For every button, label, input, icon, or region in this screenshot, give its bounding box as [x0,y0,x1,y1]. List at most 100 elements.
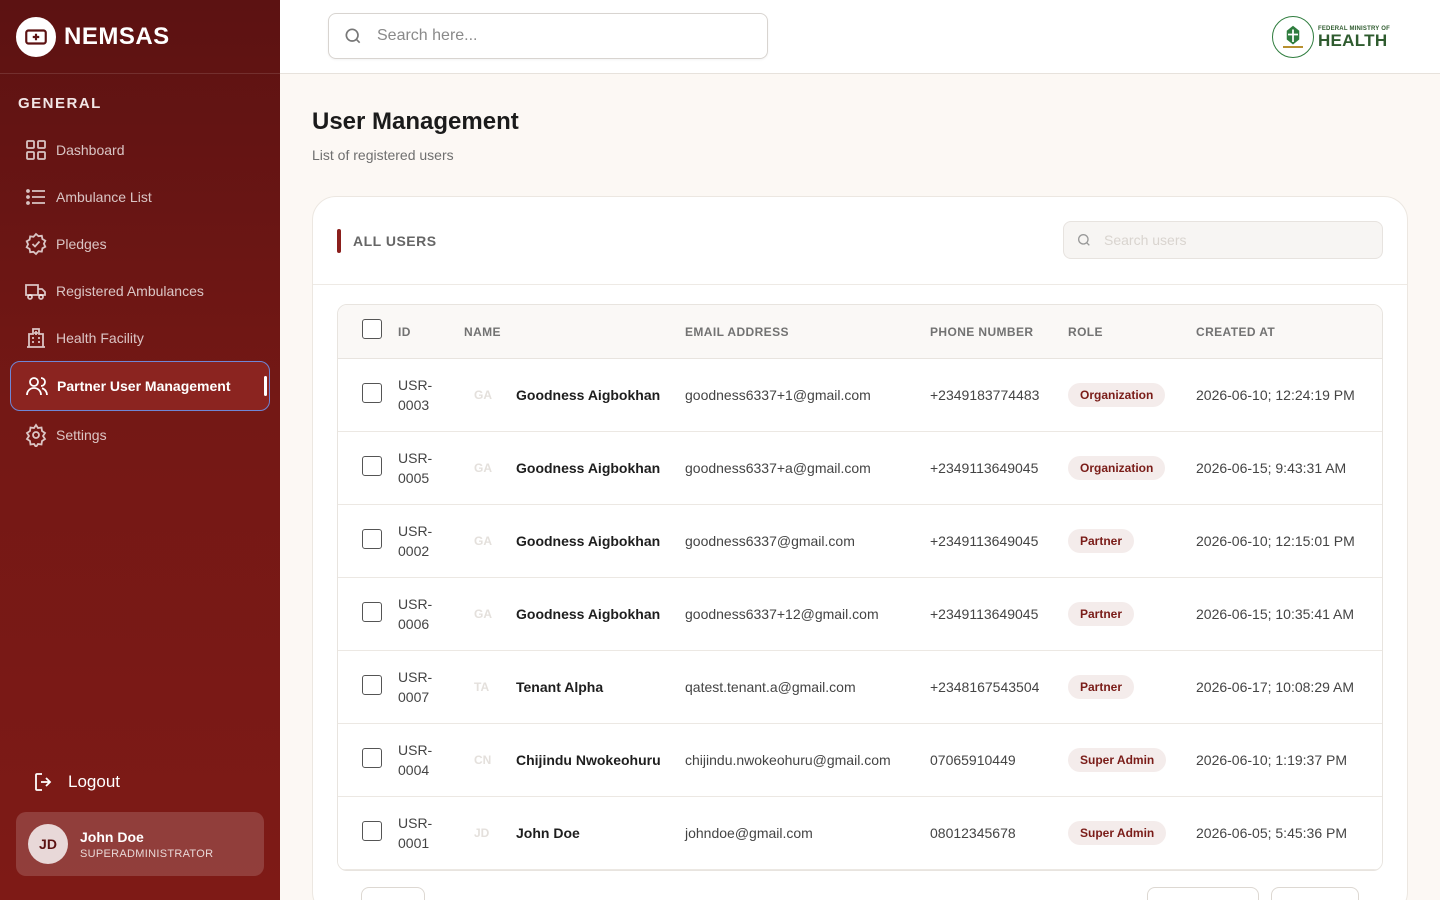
user-email: goodness6337+12@gmail.com [685,606,879,622]
row-checkbox[interactable] [362,382,382,403]
coat-of-arms-icon [1271,16,1314,58]
user-name-cell: Tenant Alpha [516,679,604,695]
hospital-icon [27,327,45,348]
column-header-role[interactable]: ROLE [1068,325,1196,339]
user-name-cell: Goodness Aigbokhan [516,387,661,403]
users-table: ID NAME EMAIL ADDRESS PHONE NUMBER ROLE … [337,304,1383,871]
row-checkbox[interactable] [362,528,382,549]
table-row[interactable]: USR- 0005 GA Goodness Aigbokhan goodness6337… [338,432,1382,505]
user-name-cell: Chijindu Nwokeohuru [516,752,661,768]
row-checkbox[interactable] [362,455,382,476]
topbar: FEDERAL MINISTRY OF HEALTH [280,0,1440,74]
user-email: johndoe@gmail.com [685,825,813,841]
role-badge: Organization [1068,456,1166,480]
table-row[interactable]: USR- 0001 JD John Doe johndoe@gmail.com 08012… [338,797,1382,870]
user-name: John Doe [80,828,144,845]
user-initials: GA [474,607,492,621]
sidebar-item-label: Health Facility [56,329,144,346]
column-header-id[interactable]: ID [398,322,464,342]
user-initials: JD [474,826,490,840]
user-search-input[interactable] [1104,232,1364,248]
sidebar-item-label: Ambulance List [56,188,152,205]
user-card[interactable]: JD John Doe SUPERADMINISTRATOR [16,812,264,876]
sidebar-item-dashboard[interactable]: Dashboard [10,126,270,173]
sidebar-item-ambulance-list[interactable]: Ambulance List [10,173,270,220]
row-checkbox[interactable] [362,674,382,695]
list-icon [26,188,45,205]
column-header-name[interactable]: NAME [464,325,685,339]
sidebar-item-settings[interactable]: Settings [10,411,270,458]
user-initials: GA [474,461,492,475]
sidebar-item-partner-user-management[interactable]: Partner User Management [10,361,270,411]
role-badge: Partner [1068,602,1135,626]
global-search-input[interactable] [377,27,737,45]
user-id: USR- 0007 [398,669,433,705]
brand[interactable]: NEMSAS [0,0,280,74]
user-email: qatest.tenant.a@gmail.com [685,679,856,695]
user-email: goodness6337+1@gmail.com [685,387,871,403]
row-checkbox[interactable] [362,601,382,622]
user-phone: +2348167543504 [930,679,1040,695]
table-row[interactable]: USR- 0003 GA Goodness Aigbokhan goodness6337… [338,359,1382,432]
user-created-at: 2026-06-17; 10:08:29 AM [1196,679,1355,695]
avatar: JD [28,824,68,864]
users-card: ALL USERS ID NAME EMAIL ADDRESS PHONE NU… [312,196,1408,900]
ministry-big-text: HEALTH [1317,30,1388,50]
logout-icon [35,773,52,791]
user-id: USR- 0004 [398,742,433,778]
column-header-created[interactable]: CREATED AT [1196,325,1382,339]
sidebar-item-pledges[interactable]: Pledges [10,220,270,267]
user-created-at: 2026-06-15; 10:35:41 AM [1196,606,1355,622]
sidebar-nav: Dashboard Ambulance List Pledges Registe… [10,126,270,458]
table-row[interactable]: USR- 0004 CN Chijindu Nwokeohuru chijindu.nw… [338,724,1382,797]
user-initials: CN [474,753,492,767]
row-checkbox[interactable] [362,820,382,841]
user-name-cell: Goodness Aigbokhan [516,533,661,549]
rows-per-page-select[interactable] [361,887,425,900]
user-role: SUPERADMINISTRATOR [80,847,214,860]
brand-name: NEMSAS [64,22,170,50]
page-subtitle: List of registered users [312,147,454,163]
card-header: ALL USERS [313,197,1407,285]
logout-button[interactable]: Logout [32,770,120,794]
user-name-cell: John Doe [516,825,580,841]
user-id: USR- 0005 [398,450,433,486]
role-badge: Organization [1068,383,1166,407]
next-page-button[interactable] [1271,887,1359,900]
sidebar-item-label: Settings [56,426,107,443]
previous-page-button[interactable] [1147,887,1259,900]
logout-label: Logout [68,772,120,791]
search-icon [345,28,361,44]
user-id: USR- 0001 [398,815,433,851]
table-row[interactable]: USR- 0002 GA Goodness Aigbokhan goodness6337… [338,505,1382,578]
table-row[interactable]: USR- 0007 TA Tenant Alpha qatest.tenant.a@gm… [338,651,1382,724]
user-name-cell: Goodness Aigbokhan [516,460,661,476]
user-initials: GA [474,534,492,548]
section-title: GENERAL [18,95,102,112]
sidebar-item-registered-ambulances[interactable]: Registered Ambulances [10,267,270,314]
sidebar-item-health-facility[interactable]: Health Facility [10,314,270,361]
sidebar-item-label: Pledges [56,235,107,252]
sidebar-item-label: Partner User Management [57,378,231,394]
page-title: User Management [312,108,519,135]
user-name-cell: Goodness Aigbokhan [516,606,661,622]
sidebar-item-label: Dashboard [56,141,125,158]
user-phone: +2349113649045 [930,606,1039,622]
column-header-email[interactable]: EMAIL ADDRESS [685,325,930,339]
active-indicator [264,376,267,396]
table-row[interactable]: USR- 0006 GA Goodness Aigbokhan goodness6337… [338,578,1382,651]
user-created-at: 2026-06-05; 5:45:36 PM [1196,825,1347,841]
user-phone: 08012345678 [930,825,1016,841]
user-initials: TA [474,680,490,694]
column-header-phone[interactable]: PHONE NUMBER [930,325,1068,339]
row-checkbox[interactable] [362,747,382,768]
user-id: USR- 0003 [398,377,433,413]
user-created-at: 2026-06-15; 9:43:31 AM [1196,460,1347,476]
sidebar-item-label: Registered Ambulances [56,282,204,299]
user-phone: +2349113649045 [930,460,1039,476]
select-all-checkbox[interactable] [362,319,382,339]
user-created-at: 2026-06-10; 12:24:19 PM [1196,387,1355,403]
user-email: goodness6337@gmail.com [685,533,855,549]
role-badge: Partner [1068,529,1135,553]
user-initials: GA [474,388,492,402]
